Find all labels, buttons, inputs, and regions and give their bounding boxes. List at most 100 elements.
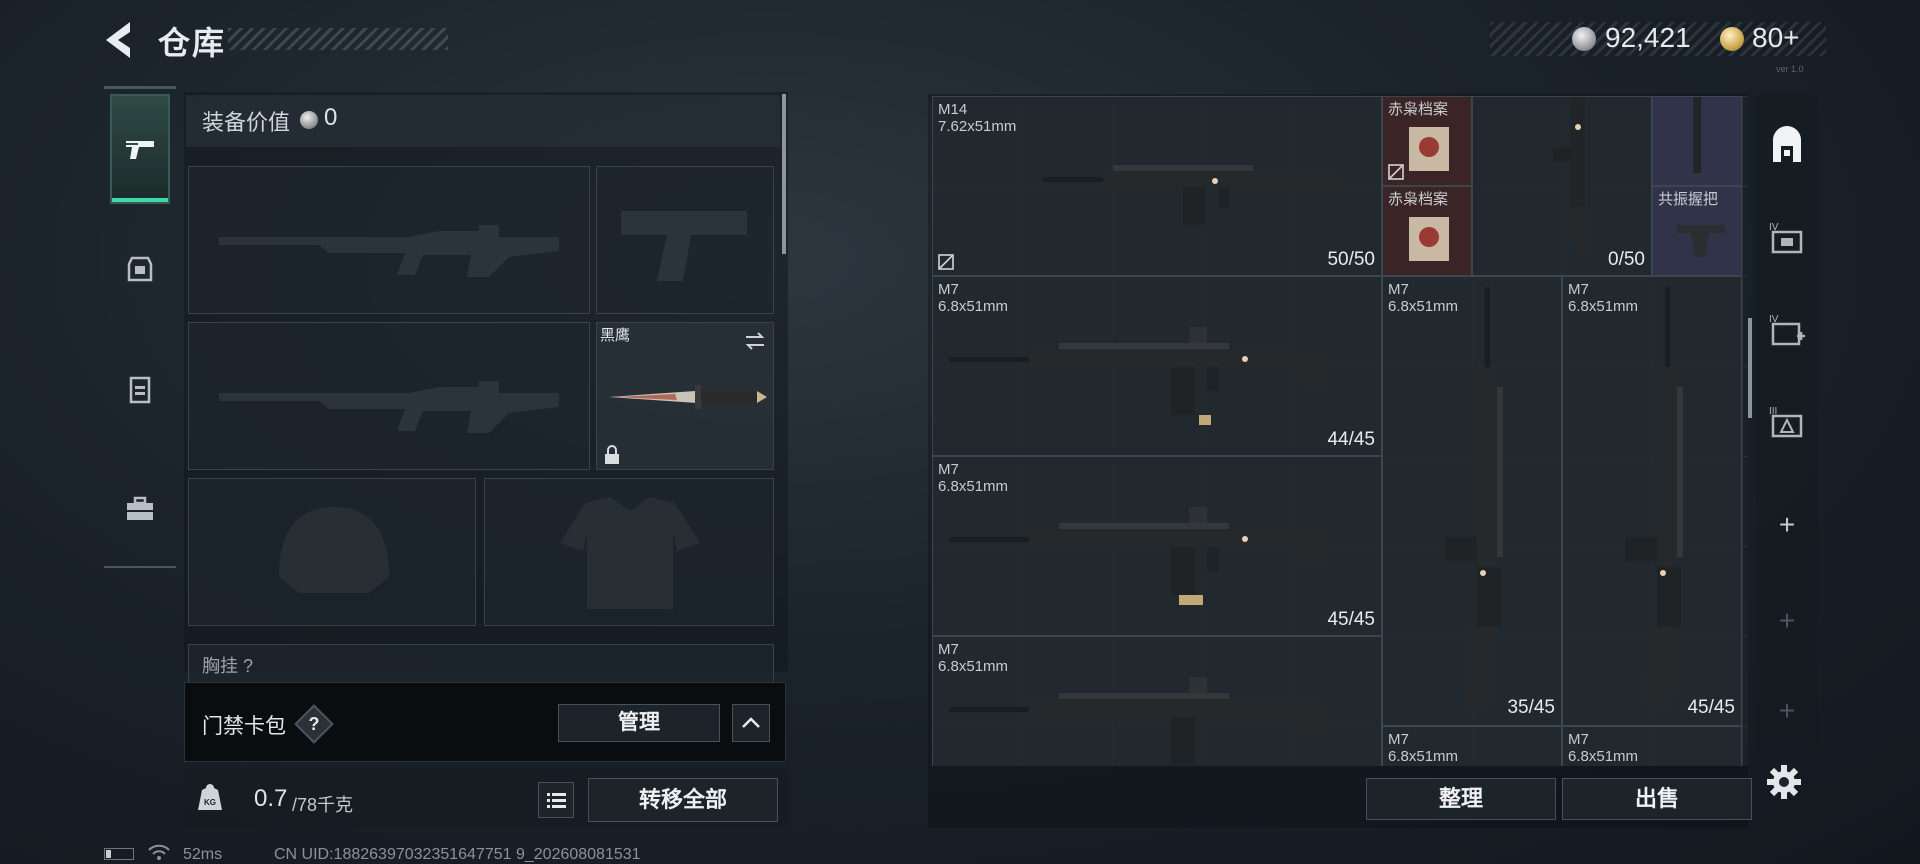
svg-text:KG: KG <box>204 798 216 807</box>
item-caliber: 6.8x51mm <box>1568 748 1639 765</box>
stash-scrollbar[interactable] <box>1748 318 1752 418</box>
item-caliber: 6.8x51mm <box>1388 748 1459 765</box>
pistol-icon <box>126 141 154 159</box>
collapse-button[interactable] <box>732 704 770 742</box>
rifle-m7-vertical-icon <box>1625 287 1683 707</box>
item-name: 赤枭档案 <box>1388 101 1449 118</box>
stash-item-m7[interactable]: M7 6.8x51mm <box>1382 726 1562 766</box>
version-mark: ver 1.0 <box>1776 64 1804 74</box>
stash-item-m14[interactable]: M14 7.62x51mm 50/50 <box>932 96 1382 276</box>
stash-item-grip[interactable]: 共振握把 <box>1652 186 1742 276</box>
container-iv-a-button[interactable]: IV <box>1762 210 1812 266</box>
rifle-vertical-icon <box>1553 97 1593 257</box>
add-container-button-disabled: + <box>1778 605 1796 636</box>
rifle-m7-icon <box>949 507 1329 605</box>
rifle-m7-icon <box>949 677 1329 765</box>
transfer-all-button[interactable]: 转移全部 <box>588 778 778 822</box>
sell-button[interactable]: 出售 <box>1562 778 1752 820</box>
stash-item-m7[interactable]: M7 6.8x51mm <box>1562 726 1742 766</box>
stash-item-file[interactable]: 赤枭档案 <box>1382 96 1472 186</box>
manage-button[interactable]: 管理 <box>558 704 720 742</box>
armor-vest-silhouette-icon <box>560 497 700 609</box>
chest-rig-label: 胸挂 ? <box>202 656 254 676</box>
gold-balance[interactable]: 80+ <box>1752 22 1800 54</box>
item-caliber: 7.62x51mm <box>938 118 1017 135</box>
helmet-silhouette-icon <box>279 507 389 593</box>
tab-backpack[interactable] <box>110 334 170 444</box>
item-ammo: 50/50 <box>1327 249 1375 270</box>
stash-item-m7[interactable]: M7 6.8x51mm 45/45 <box>1562 276 1742 726</box>
page-title: 仓库 <box>158 25 227 61</box>
access-card-label: 门禁卡包 <box>202 715 286 738</box>
rifle-silhouette-icon <box>219 225 559 277</box>
add-container-button-disabled: + <box>1778 695 1796 726</box>
case-tier-iv-add-icon: IV <box>1769 314 1805 346</box>
equipment-value: 0 <box>324 104 338 131</box>
item-caliber: 6.8x51mm <box>938 298 1009 315</box>
list-view-button[interactable] <box>538 782 574 818</box>
no-mod-icon <box>1388 164 1404 180</box>
sort-button[interactable]: 整理 <box>1366 778 1556 820</box>
stash-item-m7[interactable]: M7 6.8x51mm 45/45 <box>932 456 1382 636</box>
rifle-m14-icon <box>1043 165 1343 225</box>
back-arrow-icon[interactable] <box>100 18 140 62</box>
stash-item-weapon[interactable]: 0/50 <box>1472 96 1652 276</box>
item-name: M7 <box>938 641 959 658</box>
list-icon <box>547 793 566 808</box>
silver-balance: 92,421 <box>1605 22 1691 53</box>
knife-icon <box>609 385 767 409</box>
gear-icon[interactable] <box>1764 762 1804 802</box>
tab-equipment[interactable] <box>110 214 170 324</box>
item-ammo: 44/45 <box>1327 429 1375 450</box>
melee-weapon-name: 黑鹰 <box>600 327 631 344</box>
stash-grid[interactable]: M14 7.62x51mm 50/50 赤枭档案 赤枭档案 0/50 共振握把 … <box>932 96 1748 766</box>
tab-case[interactable] <box>110 454 170 564</box>
primary-weapon-slot[interactable] <box>188 166 590 314</box>
briefcase-icon <box>127 496 153 520</box>
equipment-scrollbar[interactable] <box>782 94 786 254</box>
stash-item-file[interactable]: 赤枭档案 <box>1382 186 1472 276</box>
case-tier-iii-icon: III <box>1769 406 1803 438</box>
stash-item-weapon[interactable] <box>1652 96 1742 186</box>
stash-container-button[interactable] <box>1762 118 1812 174</box>
rail-divider <box>104 86 176 89</box>
help-icon[interactable]: ? <box>300 710 328 738</box>
helmet-slot[interactable] <box>188 478 476 626</box>
case-tier-iv-icon: IV <box>1769 222 1803 254</box>
stash-item-m7[interactable]: M7 6.8x51mm 44/45 <box>932 276 1382 456</box>
item-caliber: 6.8x51mm <box>938 478 1009 495</box>
weight-max: /78千克 <box>292 795 354 815</box>
chevron-up-icon <box>742 717 760 728</box>
container-iii-button[interactable]: III <box>1762 394 1812 450</box>
rifle-silhouette-icon <box>219 381 559 433</box>
container-iv-b-button[interactable]: IV <box>1762 302 1812 358</box>
tab-weapons[interactable] <box>110 94 170 204</box>
body-armor-slot[interactable] <box>484 478 774 626</box>
wifi-icon <box>148 844 170 860</box>
add-container-button[interactable]: + <box>1772 510 1802 540</box>
secondary-weapon-slot[interactable] <box>188 322 590 470</box>
foregrip-icon <box>1677 225 1725 257</box>
document-file-icon <box>1409 127 1449 171</box>
item-ammo: 0/50 <box>1608 249 1645 270</box>
weight-icon: KG <box>198 784 222 810</box>
item-ammo: 45/45 <box>1687 697 1735 718</box>
swap-arrows-icon[interactable] <box>743 329 767 353</box>
weight-current: 0.7 <box>254 785 288 812</box>
pistol-silhouette-icon <box>621 211 747 281</box>
item-name: M14 <box>938 101 968 118</box>
stash-item-m7[interactable]: M7 6.8x51mm 35/45 <box>1382 276 1562 726</box>
player-uid: CN UID:18826397032351647751 9_2026080815… <box>274 846 641 863</box>
item-ammo: 45/45 <box>1327 609 1375 630</box>
safe-box-icon <box>1773 126 1801 162</box>
backpack-armor-icon <box>127 256 153 282</box>
sidearm-slot[interactable] <box>596 166 774 314</box>
equipment-value-label: 装备价值 <box>202 110 291 135</box>
chest-rig-slot[interactable] <box>188 644 774 684</box>
battery-level <box>106 850 111 858</box>
item-name: M7 <box>938 281 959 298</box>
backpack-icon <box>129 376 151 404</box>
gold-coin-icon <box>1720 27 1744 51</box>
stash-item-m7[interactable]: M7 6.8x51mm <box>932 636 1382 766</box>
item-name: M7 <box>1388 731 1409 748</box>
